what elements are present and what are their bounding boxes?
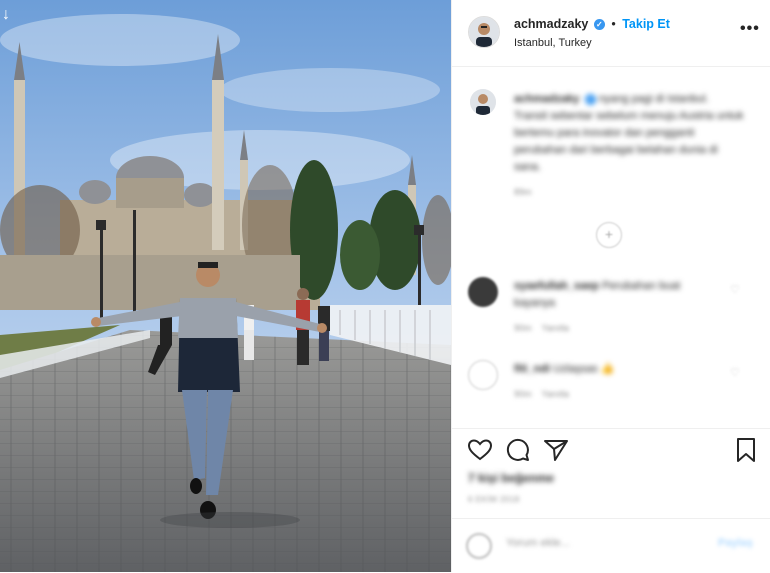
bookmark-icon[interactable] <box>732 436 760 464</box>
comment-time: 90m <box>514 389 532 399</box>
comment-input[interactable]: Yorum ekle... <box>506 537 570 549</box>
share-paper-plane-icon[interactable] <box>542 436 570 464</box>
post-header: achmadzaky ✓ • Takip Et Istanbul, Turkey… <box>452 0 770 67</box>
more-options-icon[interactable]: ••• <box>740 20 760 38</box>
caption-time: 89m <box>514 187 532 197</box>
header-username-line: achmadzaky ✓ • Takip Et <box>514 17 670 31</box>
comment-bar: Yorum ekle... Paylaş <box>452 518 770 573</box>
comment-bubble-icon[interactable] <box>504 436 532 464</box>
post-comment-button[interactable]: Paylaş <box>718 537 753 549</box>
avatar-image <box>469 17 499 47</box>
header-username[interactable]: achmadzaky <box>514 17 588 31</box>
avatar[interactable] <box>468 16 500 48</box>
caption-text: nyang pagi di Istanbul. Transit sebentar… <box>514 93 744 173</box>
emoji-icon[interactable] <box>466 533 492 559</box>
comment-time: 90m <box>514 323 532 333</box>
location-link[interactable]: Istanbul, Turkey <box>514 37 592 49</box>
comment-body: Uzlaşsas 👍 <box>553 363 615 375</box>
comment-avatar[interactable] <box>468 277 498 307</box>
actions-divider <box>452 428 770 429</box>
verified-badge-icon: ✓ <box>593 19 605 31</box>
load-more-comments-icon[interactable]: + <box>596 222 622 248</box>
reply-button[interactable]: Yanıtla <box>542 323 569 333</box>
comment-meta: 90m Yanıtla <box>514 323 569 333</box>
post-sidebar: achmadzaky ✓ • Takip Et Istanbul, Turkey… <box>451 0 770 572</box>
caption: achmadzaky ✓ nyang pagi di Istanbul. Tra… <box>514 91 744 176</box>
comment-meta: 90m Yanıtla <box>514 389 569 399</box>
comment-avatar[interactable] <box>468 360 498 390</box>
comment-text: syaefullah_saep Perubahan buat kayanya <box>514 278 714 312</box>
follow-button[interactable]: Takip Et <box>622 17 670 31</box>
comment-heart-icon[interactable]: ♡ <box>730 366 740 379</box>
like-heart-icon[interactable] <box>466 436 494 464</box>
comment-username[interactable]: syaefullah_saep <box>514 280 599 292</box>
mosque-photo-illustration <box>0 0 451 572</box>
comment-username[interactable]: fiti_ndi <box>514 363 550 375</box>
caption-verified-badge-icon: ✓ <box>584 93 596 105</box>
post-photo[interactable]: ↓ <box>0 0 451 572</box>
caption-avatar-image <box>470 89 496 115</box>
separator-dot: • <box>611 17 616 31</box>
reply-button[interactable]: Yanıtla <box>542 389 569 399</box>
post-date: 6 EKİM 2018 <box>468 495 520 504</box>
down-arrow-icon[interactable]: ↓ <box>2 6 10 24</box>
comment-heart-icon[interactable]: ♡ <box>730 283 740 296</box>
comment-text: fiti_ndi Uzlaşsas 👍 <box>514 361 714 378</box>
caption-avatar[interactable] <box>470 89 496 115</box>
likes-count[interactable]: 7 kişi beğenme <box>468 471 554 485</box>
caption-username[interactable]: achmadzaky <box>514 93 579 105</box>
